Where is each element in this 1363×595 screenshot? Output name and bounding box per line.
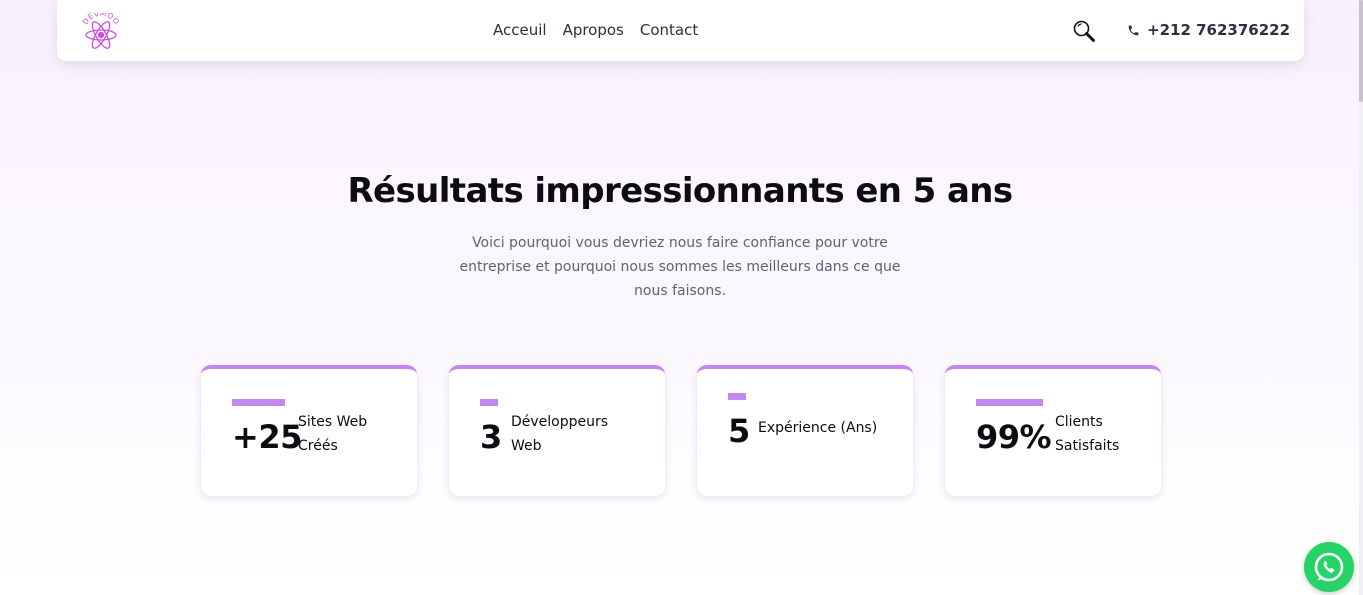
navbar: DEVMOO Acceuil Apropos Contact +212 7623… — [57, 0, 1304, 61]
phone-number: +212 762376222 — [1147, 21, 1291, 39]
search-icon[interactable] — [1072, 19, 1096, 43]
nav-link-apropos[interactable]: Apropos — [563, 21, 624, 39]
atom-icon: DEVMOO — [81, 9, 121, 49]
stat-value: 99% — [976, 418, 1052, 456]
stat-value: +25 — [232, 418, 302, 456]
svg-text:DEVMOO: DEVMOO — [81, 13, 121, 26]
logo[interactable]: DEVMOO — [81, 9, 121, 49]
stat-accent-bar — [976, 399, 1043, 406]
stat-card-experience: 5 Expérience (Ans) — [697, 365, 913, 496]
whatsapp-icon — [1314, 552, 1344, 582]
stat-label-line: Satisfaits — [1055, 438, 1120, 454]
stat-accent-bar — [480, 399, 498, 406]
stat-label: Développeurs Web — [511, 410, 608, 458]
nav-link-contact[interactable]: Contact — [640, 21, 698, 39]
stat-value: 5 — [728, 412, 750, 450]
logo-text: DEVMOO — [81, 9, 121, 26]
stat-label-line: Web — [511, 438, 542, 454]
scrollbar-thumb[interactable] — [1359, 0, 1363, 102]
section-description: Voici pourquoi vous devriez nous faire c… — [459, 235, 901, 299]
stat-label-line: Expérience (Ans) — [758, 420, 878, 436]
phone-icon — [1128, 25, 1139, 35]
scrollbar[interactable] — [1359, 0, 1363, 595]
nav-link-acceuil[interactable]: Acceuil — [493, 21, 547, 39]
stat-value: 3 — [480, 418, 502, 456]
stat-label-line: Sites Web — [298, 414, 368, 430]
whatsapp-button[interactable] — [1304, 542, 1354, 592]
stat-label: Sites Web Créés — [298, 410, 367, 458]
stat-label: Expérience (Ans) — [758, 416, 877, 440]
stat-label: Clients Satisfaits — [1055, 410, 1119, 458]
stat-card-websites: +25 Sites Web Créés — [201, 365, 417, 496]
section-title: Résultats impressionnants en 5 ans — [347, 171, 1013, 211]
main-nav: Acceuil Apropos Contact — [493, 21, 698, 39]
stat-accent-bar — [232, 399, 285, 406]
stat-label-line: Clients — [1055, 414, 1103, 430]
stat-label-line: Créés — [298, 438, 338, 454]
phone-link[interactable]: +212 762376222 — [1127, 21, 1290, 39]
stat-card-developers: 3 Développeurs Web — [449, 365, 665, 496]
stat-accent-bar — [728, 393, 746, 400]
stat-card-satisfaction: 99% Clients Satisfaits — [945, 365, 1161, 496]
stat-label-line: Développeurs — [511, 414, 609, 430]
